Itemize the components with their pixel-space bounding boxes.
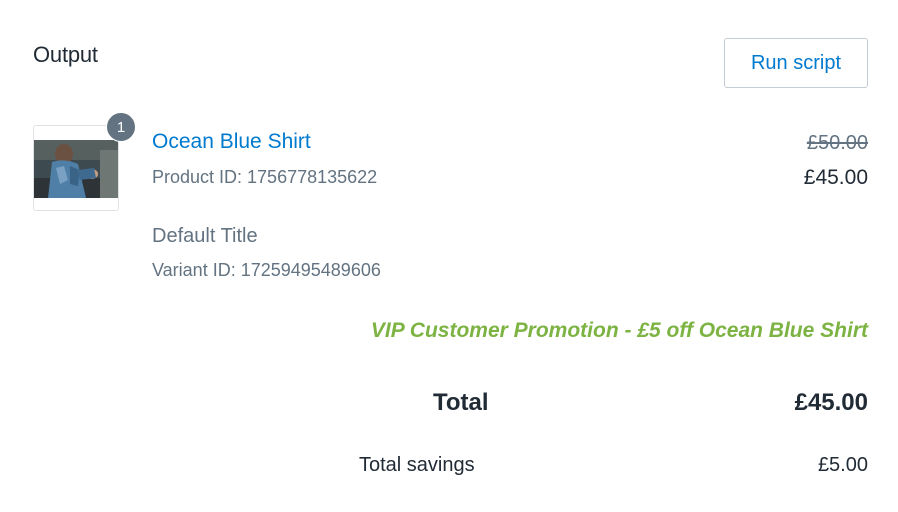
promotion-message: VIP Customer Promotion - £5 off Ocean Bl… [370,319,868,342]
variant-id: Variant ID: 17259495489606 [152,260,381,280]
run-script-button[interactable]: Run script [724,38,868,88]
discounted-price: £45.00 [803,166,868,189]
quantity-badge: 1 [106,112,136,142]
product-id: Product ID: 1756778135622 [152,167,378,187]
total-value: £45.00 [794,389,868,416]
product-name-link[interactable]: Ocean Blue Shirt [152,130,311,154]
original-price: £50.00 [806,132,868,154]
product-thumbnail: 1 [33,112,136,211]
savings-label: Total savings [359,454,475,476]
savings-value: £5.00 [817,454,868,476]
variant-title: Default Title [152,225,258,247]
total-label: Total [433,389,489,416]
output-panel: Output Run script 1 Ocean Blue Shirt Pro… [0,0,898,512]
panel-title: Output [33,42,98,67]
product-photo-icon [34,140,118,198]
